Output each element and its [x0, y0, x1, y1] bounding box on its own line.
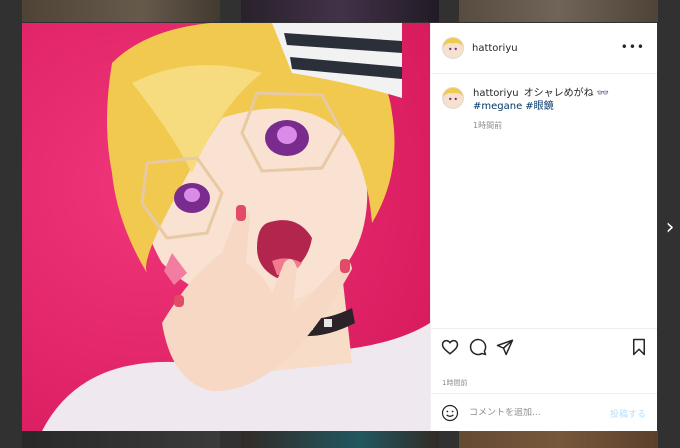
add-comment-bar: 投稿する [431, 393, 657, 432]
post-header: hattoriyu ••• [431, 23, 657, 74]
more-dots-icon: ••• [620, 40, 645, 54]
avatar-image [443, 38, 463, 58]
emoji-icon [441, 404, 459, 422]
save-button[interactable] [630, 338, 648, 356]
paper-plane-icon [496, 339, 514, 356]
more-options-button[interactable]: ••• [621, 41, 645, 53]
avatar[interactable] [442, 87, 464, 109]
share-button[interactable] [496, 338, 514, 356]
caption-username[interactable]: hattoriyu [473, 88, 519, 99]
avatar[interactable] [442, 37, 464, 59]
comment-button[interactable] [469, 338, 487, 356]
emoji-button[interactable] [441, 404, 459, 422]
caption-text: オシャレめがね 👓 [523, 88, 610, 99]
next-post-button[interactable]: › [662, 214, 678, 242]
post-image[interactable] [22, 23, 430, 431]
caption-body: hattoriyu オシャレめがね 👓 #megane #眼鏡 1時間前 [473, 87, 609, 132]
post-details-panel: hattoriyu ••• hattoriyu オシャレめがね 👓 #megane… [430, 23, 657, 431]
comment-input[interactable] [469, 408, 589, 418]
post-timestamp: 1時間前 [442, 379, 468, 387]
like-button[interactable] [441, 338, 459, 356]
avatar-image [443, 88, 463, 108]
hashtag-link[interactable]: #眼鏡 [525, 101, 553, 112]
hashtag-link[interactable]: #megane [473, 101, 522, 112]
username-link[interactable]: hattoriyu [472, 43, 518, 54]
illustration-image [22, 23, 430, 431]
post-caption: hattoriyu オシャレめがね 👓 #megane #眼鏡 1時間前 [442, 87, 647, 132]
post-actions [431, 328, 657, 359]
chevron-right-icon: › [665, 215, 675, 240]
heart-icon [441, 339, 459, 355]
comment-bubble-icon [469, 338, 487, 356]
post-modal: hattoriyu ••• hattoriyu オシャレめがね 👓 #megane… [22, 23, 657, 431]
caption-timestamp: 1時間前 [473, 121, 503, 130]
post-comment-button[interactable]: 投稿する [610, 407, 646, 420]
bookmark-icon [633, 338, 645, 356]
